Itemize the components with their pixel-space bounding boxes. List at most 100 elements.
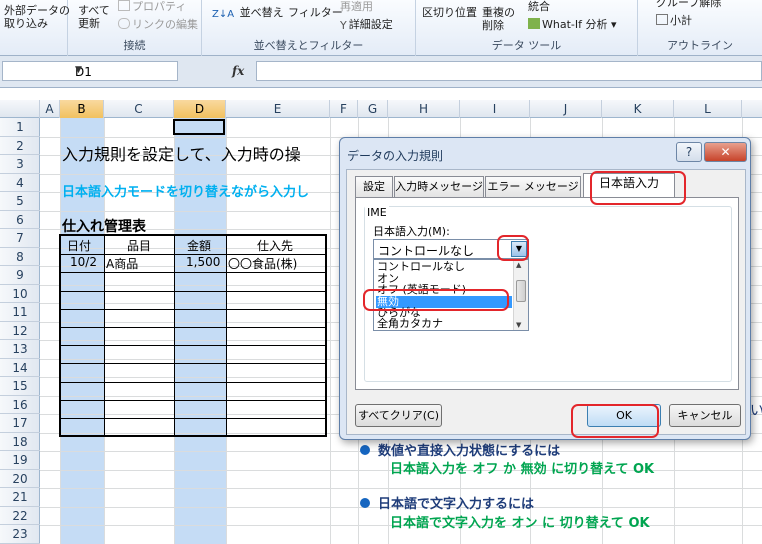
table-row-line: [61, 399, 325, 401]
row-header-14[interactable]: 14: [0, 359, 40, 377]
row-header-15[interactable]: 15: [0, 377, 40, 396]
refresh-all-button[interactable]: すべて 更新: [78, 4, 110, 30]
sheet-title: 入力規則を設定して、入力時の操: [62, 145, 301, 164]
scroll-up-icon[interactable]: ▲: [516, 261, 521, 269]
table-row-line: [61, 345, 325, 347]
gridline-horizontal: [40, 488, 762, 489]
remove-duplicates-button[interactable]: 重複の 削除: [482, 6, 515, 32]
edit-links-button[interactable]: リンクの編集: [118, 18, 198, 31]
note-numeric-heading: 数値や直接入力状態にするには: [360, 440, 560, 459]
connections-group-label: 接続: [123, 39, 146, 52]
note-japanese-heading: 日本語で文字入力するには: [360, 493, 534, 512]
row-header-7[interactable]: 7: [0, 229, 40, 248]
sort-button[interactable]: Z↓A 並べ替え: [212, 6, 284, 20]
data-tools-group-label: データ ツール: [491, 39, 562, 52]
close-button[interactable]: ✕: [704, 142, 747, 162]
name-box[interactable]: D1 ▼: [2, 61, 178, 81]
row-header-12[interactable]: 12: [0, 322, 40, 340]
tab-input-message[interactable]: 入力時メッセージ: [394, 176, 484, 197]
row-header-23[interactable]: 23: [0, 525, 40, 544]
tab-settings[interactable]: 設定: [355, 176, 393, 197]
cell-amount[interactable]: 1,500: [186, 255, 220, 269]
dialog-title: データの入力規則: [347, 149, 444, 163]
column-header-l[interactable]: L: [674, 100, 742, 118]
consolidate-button[interactable]: 統合: [528, 0, 550, 13]
column-headers: ABCDEFGHIJKL: [0, 100, 762, 118]
column-header-e[interactable]: E: [226, 100, 330, 118]
column-header-f[interactable]: F: [330, 100, 358, 118]
external-data-button[interactable]: 外部データの 取り込み: [4, 4, 70, 30]
table-row-line: [61, 363, 325, 365]
get-external-data-group: 外部データの 取り込み: [0, 0, 70, 56]
gridline-vertical: [330, 118, 331, 544]
chevron-down-icon[interactable]: ▼: [75, 65, 174, 75]
column-header-k[interactable]: K: [602, 100, 674, 118]
row-header-9[interactable]: 9: [0, 266, 40, 285]
help-button[interactable]: ?: [676, 142, 702, 162]
row-header-13[interactable]: 13: [0, 340, 40, 359]
reapply-button[interactable]: 再適用: [340, 0, 373, 13]
column-header-g[interactable]: G: [358, 100, 388, 118]
column-header-i[interactable]: I: [460, 100, 530, 118]
cancel-button[interactable]: キャンセル: [669, 404, 741, 427]
column-header-b[interactable]: B: [60, 100, 104, 118]
cell-date[interactable]: 10/2: [70, 255, 97, 269]
row-header-20[interactable]: 20: [0, 470, 40, 488]
column-header-c[interactable]: C: [104, 100, 174, 118]
properties-button[interactable]: プロパティ: [118, 0, 186, 13]
row-header-8[interactable]: 8: [0, 248, 40, 266]
advanced-filter-button[interactable]: Y 詳細設定: [340, 18, 393, 32]
tab-error-message[interactable]: エラー メッセージ: [485, 176, 581, 197]
row-header-11[interactable]: 11: [0, 303, 40, 322]
table-row-line: [61, 254, 325, 256]
highlight-japanese-tab: [590, 171, 686, 205]
column-header-j[interactable]: J: [530, 100, 602, 118]
scroll-thumb[interactable]: [516, 280, 526, 302]
filter-button[interactable]: フィルター: [288, 6, 343, 19]
row-header-3[interactable]: 3: [0, 155, 40, 174]
subtotal-button[interactable]: 小計: [656, 14, 692, 27]
ungroup-button[interactable]: グループ解除: [656, 0, 721, 9]
list-item[interactable]: 全角カタカナ: [376, 318, 512, 330]
list-scrollbar[interactable]: ▲ ▼: [513, 260, 528, 330]
row-header-10[interactable]: 10: [0, 285, 40, 303]
scroll-down-icon[interactable]: ▼: [516, 321, 521, 329]
row-header-18[interactable]: 18: [0, 433, 40, 451]
ime-mode-value: コントロールなし: [378, 244, 475, 258]
row-header-6[interactable]: 6: [0, 211, 40, 229]
cell-item[interactable]: A商品: [106, 255, 138, 272]
row-header-5[interactable]: 5: [0, 192, 40, 211]
ime-group-label: IME: [365, 206, 389, 219]
row-header-2[interactable]: 2: [0, 137, 40, 155]
row-header-22[interactable]: 22: [0, 507, 40, 525]
properties-icon: [118, 0, 130, 11]
sort-filter-group-label: 並べ替えとフィルター: [253, 39, 364, 52]
outline-group-label: アウトライン: [667, 39, 733, 52]
column-header-a[interactable]: A: [40, 100, 60, 118]
table-row-line: [61, 272, 325, 274]
sort-filter-group: Z↓A 並べ替え フィルター 再適用 Y 詳細設定 並べ替えとフィルター: [202, 0, 416, 56]
row-header-1[interactable]: 1: [0, 118, 40, 137]
bullet-icon: [360, 445, 370, 455]
column-header-h[interactable]: H: [388, 100, 460, 118]
highlight-dropdown-button: [497, 235, 529, 261]
formula-bar: D1 ▼ fx: [0, 56, 762, 88]
cell-supplier[interactable]: 〇〇食品(株): [228, 255, 297, 272]
select-all-corner[interactable]: [0, 100, 40, 118]
column-header-d[interactable]: D: [174, 100, 226, 118]
row-header-16[interactable]: 16: [0, 396, 40, 414]
active-cell-d1[interactable]: [173, 119, 225, 135]
row-header-21[interactable]: 21: [0, 488, 40, 507]
note-numeric-detail: 日本語入力を オフ か 無効 に切り替えて OK: [390, 462, 655, 477]
what-if-icon: [528, 18, 540, 29]
clear-all-button[interactable]: すべてクリア(C): [355, 404, 442, 427]
row-header-17[interactable]: 17: [0, 414, 40, 433]
text-to-columns-button[interactable]: 区切り位置: [422, 6, 477, 19]
row-header-19[interactable]: 19: [0, 451, 40, 470]
purchase-table: 日付 品目 金額 仕入先 10/2 A商品 1,500 〇〇食品(株): [59, 234, 327, 437]
insert-function-icon[interactable]: fx: [232, 64, 244, 78]
what-if-button[interactable]: What-If 分析 ▾: [528, 18, 617, 31]
bullet-icon: [360, 498, 370, 508]
row-header-4[interactable]: 4: [0, 174, 40, 192]
formula-input[interactable]: [256, 61, 762, 81]
